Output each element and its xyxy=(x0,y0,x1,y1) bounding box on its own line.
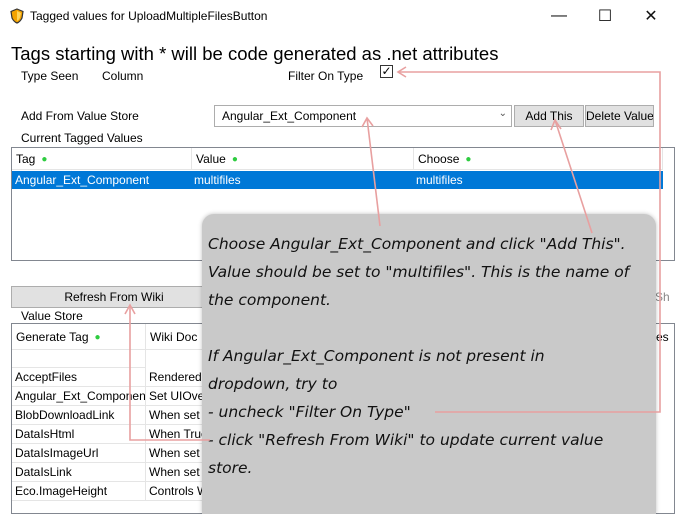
arrow-to-filter-checkbox xyxy=(398,71,661,413)
arrow-to-refresh-button xyxy=(129,305,210,441)
annotation-arrows xyxy=(124,66,661,441)
arrow-to-add-this xyxy=(554,119,593,234)
arrow-to-dropdown xyxy=(366,117,381,227)
